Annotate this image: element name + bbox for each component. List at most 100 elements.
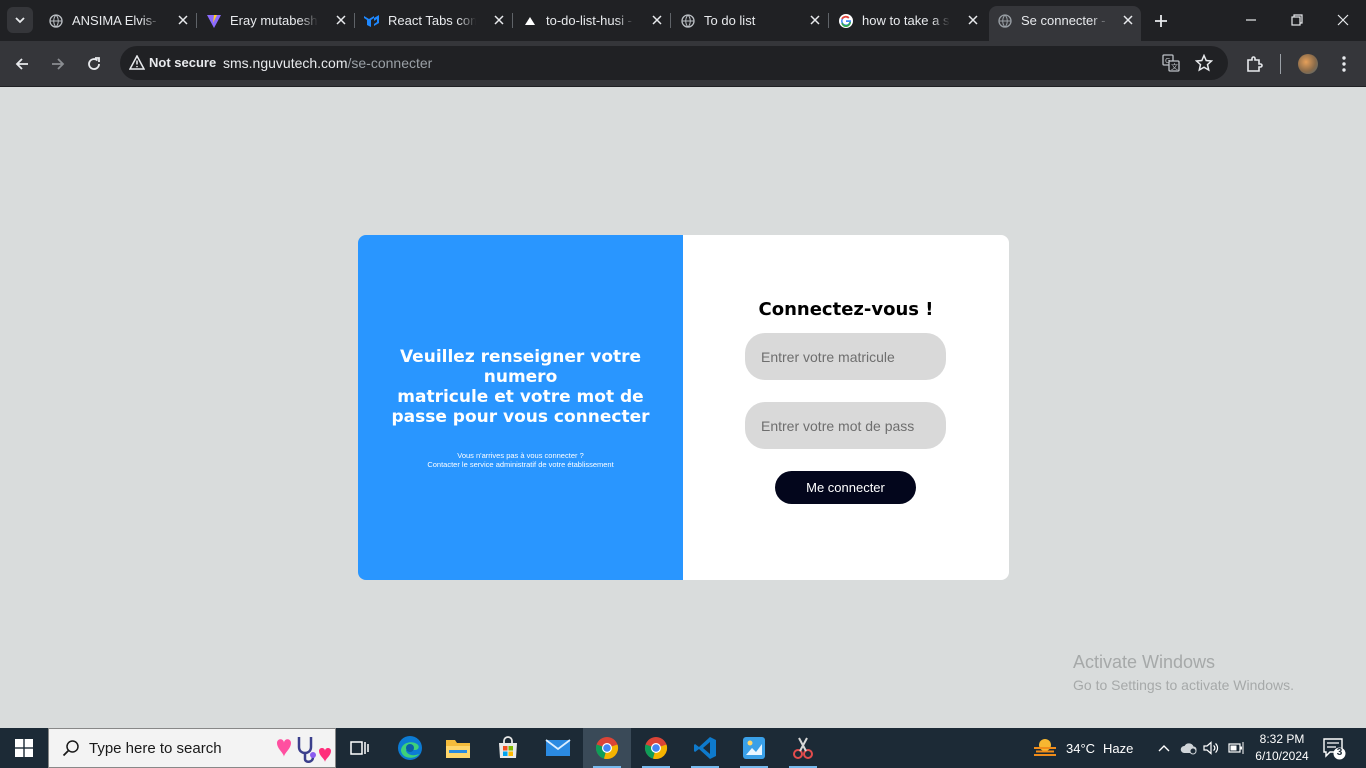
profile-avatar[interactable] <box>1298 54 1318 74</box>
taskbar-snipping-tool[interactable] <box>779 728 827 768</box>
taskbar-file-explorer[interactable] <box>434 728 482 768</box>
start-button[interactable] <box>0 728 48 768</box>
restore-icon <box>1291 14 1303 26</box>
tab-title: To do list <box>704 13 756 28</box>
taskbar-chrome[interactable] <box>632 728 680 768</box>
address-bar[interactable]: Not secure sms.nguvutech.com/se-connecte… <box>120 46 1228 80</box>
tab-search-button[interactable] <box>7 7 33 33</box>
reload-button[interactable] <box>83 53 105 75</box>
globe-icon <box>680 13 696 29</box>
close-icon[interactable] <box>808 13 822 27</box>
weather-temperature: 34°C <box>1066 740 1096 756</box>
instruction-line: numero <box>483 367 558 387</box>
new-tab-button[interactable] <box>1150 10 1172 32</box>
chrome-icon <box>595 737 619 760</box>
puzzle-icon <box>1247 56 1263 72</box>
star-icon <box>1195 54 1213 72</box>
bookmark-button[interactable] <box>1195 54 1213 72</box>
translate-button[interactable]: G文 <box>1162 54 1180 72</box>
help-note-line: Contacter le service administratif de vo… <box>427 460 614 469</box>
back-button[interactable] <box>11 53 33 75</box>
instruction-line: Veuillez renseigner votre <box>399 347 642 367</box>
toolbar-divider <box>1280 54 1281 74</box>
minimize-icon <box>1246 19 1256 21</box>
task-view-button[interactable] <box>336 728 384 768</box>
restore-button[interactable] <box>1288 11 1306 29</box>
tab-title: Eray mutabesha <box>230 13 318 28</box>
browser-tab[interactable]: ANSIMA Elvis- M <box>48 6 196 35</box>
globe-icon <box>48 13 64 29</box>
cloud-icon[interactable] <box>1180 740 1198 756</box>
activation-watermark: Activate Windows Go to Settings to activ… <box>1073 652 1294 693</box>
close-icon[interactable] <box>334 13 348 27</box>
taskbar-search-box[interactable]: Type here to search <box>48 728 336 768</box>
browser-tab[interactable]: how to take a sc <box>838 6 986 35</box>
weather-description: Haze <box>1103 740 1134 756</box>
taskbar-edge[interactable] <box>386 728 434 768</box>
help-note-line: Vous n'arrives pas à vous connecter ? <box>457 451 584 460</box>
folder-icon <box>446 740 470 758</box>
network-icon[interactable] <box>1228 740 1246 756</box>
tab-separator <box>828 13 829 28</box>
chrome-icon <box>644 737 668 760</box>
taskbar-chrome-active[interactable] <box>583 728 631 768</box>
windows-taskbar: Type here to search 34°C Haze 8:32 PM 6/… <box>0 728 1366 768</box>
mui-icon <box>364 13 380 29</box>
login-info-panel: Veuillez renseigner votre numero matricu… <box>358 235 683 580</box>
close-icon[interactable] <box>492 13 506 27</box>
browser-toolbar: Not secure sms.nguvutech.com/se-connecte… <box>0 41 1366 87</box>
speaker-icon[interactable] <box>1203 740 1221 756</box>
taskbar-mail[interactable] <box>534 728 582 768</box>
close-icon[interactable] <box>176 13 190 27</box>
instruction-line: matricule et votre mot de <box>397 387 644 407</box>
chevron-up-icon[interactable] <box>1156 740 1172 756</box>
close-icon[interactable] <box>1121 13 1135 27</box>
security-label: Not secure <box>149 55 217 70</box>
minimize-button[interactable] <box>1242 11 1260 29</box>
url-domain: sms.nguvutech.com <box>223 55 348 71</box>
globe-icon <box>997 13 1013 29</box>
browser-tab[interactable]: To do list <box>680 6 828 35</box>
task-view-icon <box>350 741 369 755</box>
haze-weather-icon <box>1034 739 1056 756</box>
tab-title: how to take a sc <box>862 13 950 28</box>
login-form-panel: Connectez-vous ! Me connecter <box>683 235 1009 580</box>
translate-icon: G文 <box>1162 54 1180 72</box>
instruction-line: passe pour vous connecter <box>391 407 650 427</box>
password-input[interactable] <box>745 402 946 449</box>
tab-title: React Tabs comp <box>388 13 476 28</box>
clock-time: 8:32 PM <box>1259 732 1305 746</box>
security-indicator[interactable]: Not secure <box>129 55 216 70</box>
taskbar-paint[interactable] <box>730 728 778 768</box>
notification-center-button[interactable]: 3 <box>1322 736 1346 760</box>
vscode-icon <box>694 737 716 759</box>
browser-tab[interactable]: Eray mutabesha <box>206 6 354 35</box>
google-icon <box>838 13 854 29</box>
notification-count: 3 <box>1336 747 1343 758</box>
watermark-title: Activate Windows <box>1073 652 1216 672</box>
windows-logo-icon <box>15 739 33 757</box>
reload-icon <box>88 57 100 70</box>
browser-tab[interactable]: React Tabs comp <box>364 6 512 35</box>
close-window-button[interactable] <box>1334 11 1352 29</box>
close-icon[interactable] <box>966 13 980 27</box>
url-text[interactable]: sms.nguvutech.com/se-connecter <box>223 55 432 71</box>
forward-button[interactable] <box>47 53 69 75</box>
tab-separator <box>354 13 355 28</box>
browser-tab[interactable]: to-do-list-husi - <box>522 6 670 35</box>
login-button[interactable]: Me connecter <box>775 471 916 504</box>
matricule-input[interactable] <box>745 333 946 380</box>
clock-date: 6/10/2024 <box>1255 749 1309 763</box>
extensions-button[interactable] <box>1243 53 1265 75</box>
browser-tab-active[interactable]: Se connecter - S <box>989 6 1141 41</box>
close-icon[interactable] <box>650 13 664 27</box>
tab-title: Se connecter - S <box>1021 13 1109 28</box>
taskbar-microsoft-store[interactable] <box>484 728 532 768</box>
plus-icon <box>1155 15 1167 27</box>
more-vert-icon <box>1342 56 1346 72</box>
browser-menu-button[interactable] <box>1333 53 1355 75</box>
arrow-right-icon <box>52 58 65 70</box>
weather-widget[interactable]: 34°C Haze <box>1032 728 1133 768</box>
taskbar-vscode[interactable] <box>681 728 729 768</box>
taskbar-clock[interactable]: 8:32 PM 6/10/2024 <box>1252 731 1312 765</box>
